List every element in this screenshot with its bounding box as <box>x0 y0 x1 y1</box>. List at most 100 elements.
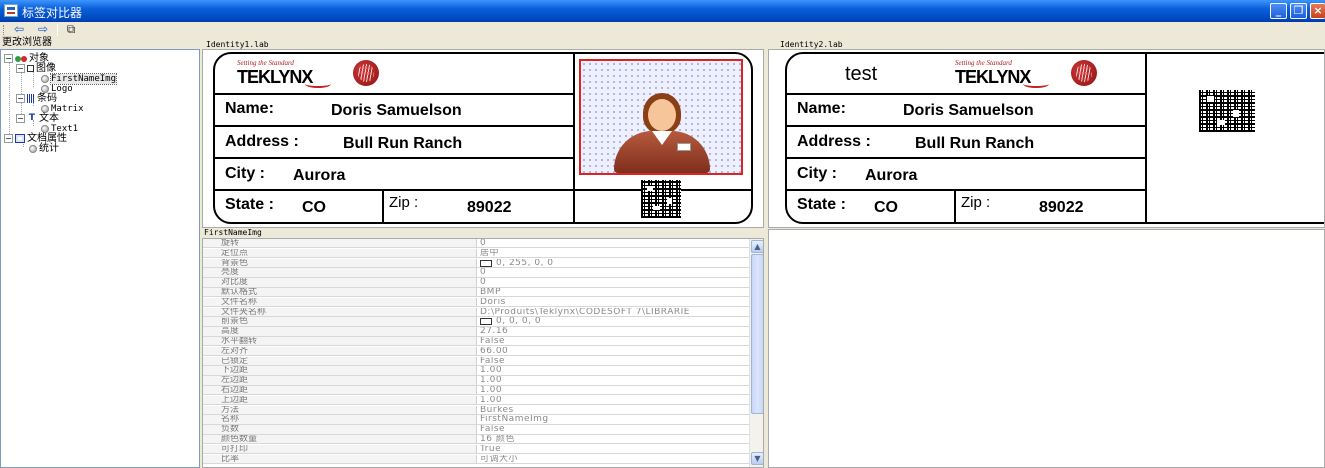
tree-view[interactable]: − 对象 − 图像 FirstNameImg Logo − 条码 Matrix − T 文… <box>0 49 200 468</box>
tree-item-statistics[interactable]: 统计 <box>29 144 59 155</box>
property-value[interactable]: 可调大小 <box>478 455 749 463</box>
property-row[interactable]: 已锁定 False <box>203 356 749 366</box>
divider <box>1145 54 1147 222</box>
property-value[interactable]: Doris <box>478 298 749 306</box>
property-row[interactable]: 可打印 True <box>203 444 749 455</box>
property-row[interactable]: 左边距 1.00 <box>203 376 749 386</box>
minimize-button[interactable]: _ <box>1270 3 1287 19</box>
property-value[interactable]: 27.16 <box>478 327 749 335</box>
property-value[interactable]: 1.00 <box>478 396 749 404</box>
property-value-text: True <box>480 444 502 454</box>
property-name: 上边距 <box>203 395 477 405</box>
close-button[interactable]: × <box>1310 3 1325 19</box>
person-photo[interactable] <box>579 59 743 175</box>
toolbar-grip[interactable] <box>3 25 5 35</box>
image-icon <box>27 65 34 72</box>
restore-button[interactable]: ❐ <box>1290 3 1307 19</box>
property-value[interactable]: BMP <box>478 288 749 296</box>
property-row[interactable]: 前景色 0, 0, 0, 0 <box>203 317 749 327</box>
property-row[interactable]: 方法 Burkes <box>203 405 749 415</box>
property-value[interactable]: 居中 <box>478 249 749 257</box>
name-value: Doris Samuelson <box>331 102 462 119</box>
divider <box>382 189 384 222</box>
property-name: 定位点 <box>203 248 477 258</box>
property-row[interactable]: 文件夹名称 D:\Produits\Teklynx\CODESOFT 7\LIBR… <box>203 307 749 317</box>
teklynx-swoosh-icon <box>1023 80 1049 88</box>
property-row[interactable]: 下边距 1.00 <box>203 366 749 376</box>
property-row[interactable]: 左对齐 66.00 <box>203 346 749 357</box>
divider <box>787 189 1147 191</box>
city-label: City : <box>797 165 837 182</box>
label2-preview[interactable]: test Setting the Standard TEKLYNX Name: … <box>768 49 1325 228</box>
city-value: Aurora <box>865 167 918 184</box>
collapse-icon[interactable]: − <box>16 94 25 103</box>
property-value[interactable]: False <box>478 425 749 433</box>
property-value[interactable]: False <box>478 337 749 345</box>
vertical-scrollbar[interactable]: ▲ ▼ <box>749 239 763 467</box>
property-value[interactable]: True <box>478 445 749 453</box>
property-row[interactable]: 比率 可调大小 <box>203 454 749 464</box>
back-arrow-icon[interactable]: ⇦ <box>10 23 28 37</box>
property-value[interactable]: 0 <box>478 239 749 247</box>
color-swatch <box>480 259 492 267</box>
divider <box>787 125 1147 127</box>
title-bar: 标签对比器 _ ❐ × <box>0 0 1325 22</box>
scroll-down-icon[interactable]: ▼ <box>751 452 763 465</box>
collapse-icon[interactable]: − <box>4 134 13 143</box>
zip-label: Zip : <box>389 194 419 211</box>
collapse-icon[interactable]: − <box>16 64 25 73</box>
property-row[interactable]: 右边距 1.00 <box>203 386 749 396</box>
property-row[interactable]: 名称 FirstNameImg <box>203 415 749 425</box>
property-value[interactable]: 1.00 <box>478 376 749 384</box>
property-value[interactable]: 0 <box>478 278 749 286</box>
property-value[interactable]: 66.00 <box>478 347 749 355</box>
node-icon <box>41 105 49 113</box>
node-icon <box>29 145 37 153</box>
property-value[interactable]: FirstNameImg <box>478 415 749 423</box>
divider <box>215 157 575 159</box>
property-row[interactable]: 高度 27.16 <box>203 327 749 337</box>
forward-arrow-icon[interactable]: ⇨ <box>34 23 52 37</box>
property-row[interactable]: 定位点 居中 <box>203 248 749 259</box>
property-value[interactable]: 1.00 <box>478 366 749 374</box>
property-value[interactable]: 0, 255, 0, 0 <box>478 259 749 267</box>
property-value[interactable]: 0 <box>478 268 749 276</box>
address-value: Bull Run Ranch <box>343 135 463 152</box>
property-name: 文件夹名称 <box>203 307 477 316</box>
datamatrix-barcode <box>1199 90 1255 132</box>
property-row[interactable]: 背景色 0, 255, 0, 0 <box>203 258 749 268</box>
property-value-text: 27.16 <box>480 327 509 336</box>
property-row[interactable]: 上边距 1.00 <box>203 395 749 406</box>
property-row[interactable]: 对比度 0 <box>203 278 749 288</box>
label2-card: test Setting the Standard TEKLYNX Name: … <box>785 52 1324 224</box>
property-row[interactable]: 旋转 0 <box>203 239 749 249</box>
property-row[interactable]: 颜色数量 16 颜色 <box>203 435 749 445</box>
property-value[interactable]: False <box>478 357 749 365</box>
city-label: City : <box>225 165 265 182</box>
property-row[interactable]: 默认格式 BMP <box>203 288 749 298</box>
scroll-up-icon[interactable]: ▲ <box>751 240 763 253</box>
toolbar-separator <box>57 24 58 36</box>
property-name: 已锁定 <box>203 356 477 365</box>
compare-icon[interactable]: ⧉ <box>62 23 80 37</box>
property-name: 背景色 <box>203 258 477 267</box>
property-value[interactable]: 16 颜色 <box>478 435 749 443</box>
property-value[interactable]: 0, 0, 0, 0 <box>478 317 749 326</box>
zip-value: 89022 <box>1039 199 1084 216</box>
text-icon: T <box>28 113 36 123</box>
collapse-icon[interactable]: − <box>16 114 25 123</box>
datamatrix-barcode <box>641 180 681 218</box>
property-value[interactable]: D:\Produits\Teklynx\CODESOFT 7\LIBRARIE <box>478 308 749 316</box>
property-value[interactable]: 1.00 <box>478 386 749 394</box>
collapse-icon[interactable]: − <box>4 54 13 63</box>
label1-preview[interactable]: Setting the Standard TEKLYNX Name: Doris… <box>202 49 764 228</box>
property-grid[interactable]: 旋转 0 定位点 居中 背景色 0, 255, 0, 0 亮度 0 对比度 0 默认格式 BMP 文件名… <box>202 238 764 468</box>
property-value[interactable]: Burkes <box>478 406 749 414</box>
property-row[interactable]: 负数 False <box>203 425 749 435</box>
property-value-text: 16 颜色 <box>480 435 515 444</box>
property-row[interactable]: 文件名称 Doris <box>203 297 749 308</box>
property-row[interactable]: 水平翻转 False <box>203 337 749 347</box>
scroll-thumb[interactable] <box>751 254 763 414</box>
divider <box>215 93 575 95</box>
property-row[interactable]: 亮度 0 <box>203 268 749 278</box>
